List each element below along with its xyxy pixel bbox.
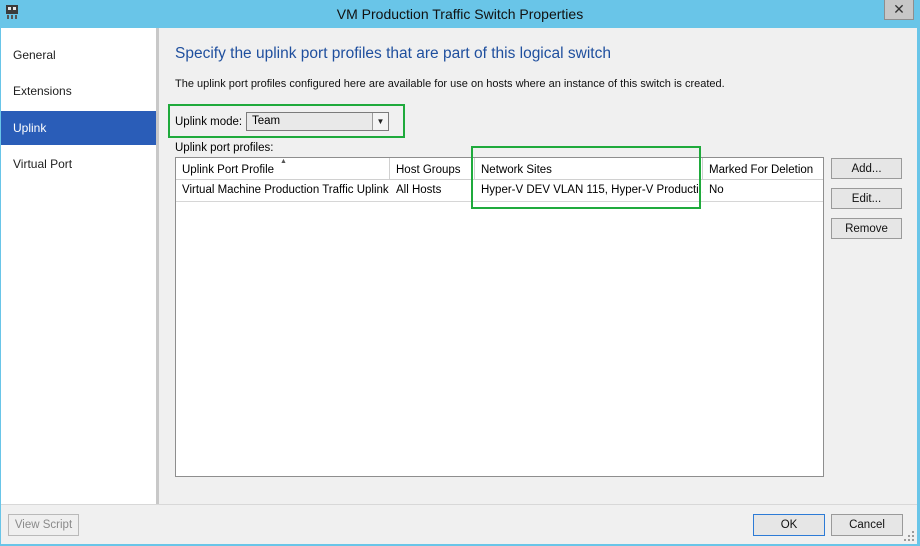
- close-icon: ✕: [893, 1, 905, 17]
- uplink-profiles-label: Uplink port profiles:: [175, 142, 274, 154]
- cancel-button[interactable]: Cancel: [831, 514, 903, 536]
- cell-uplink-port-profile: Virtual Machine Production Traffic Uplin…: [182, 184, 389, 196]
- column-header-host-groups[interactable]: Host Groups: [390, 158, 475, 180]
- properties-window: VM Production Traffic Switch Properties …: [0, 0, 920, 546]
- uplink-page: Specify the uplink port profiles that ar…: [159, 28, 917, 504]
- ok-button[interactable]: OK: [753, 514, 825, 536]
- cell-host-groups: All Hosts: [396, 184, 442, 196]
- close-button[interactable]: ✕: [884, 0, 914, 20]
- page-heading: Specify the uplink port profiles that ar…: [175, 45, 611, 62]
- nav-item-uplink[interactable]: Uplink: [1, 111, 156, 145]
- column-header-network-sites[interactable]: Network Sites: [475, 158, 703, 180]
- view-script-button[interactable]: View Script: [8, 514, 79, 536]
- dialog-client-area: General Extensions Uplink Virtual Port S…: [1, 28, 917, 544]
- nav-item-virtual-port[interactable]: Virtual Port: [1, 147, 156, 181]
- nav-item-extensions[interactable]: Extensions: [1, 74, 156, 108]
- navigation-sidebar: General Extensions Uplink Virtual Port: [1, 28, 156, 504]
- page-description: The uplink port profiles configured here…: [175, 78, 725, 90]
- window-title: VM Production Traffic Switch Properties: [336, 6, 584, 22]
- cell-marked-for-deletion: No: [709, 184, 724, 196]
- uplink-mode-label: Uplink mode:: [175, 116, 243, 128]
- add-button[interactable]: Add...: [831, 158, 902, 179]
- column-header-marked-for-deletion[interactable]: Marked For Deletion: [703, 158, 823, 180]
- uplink-mode-dropdown[interactable]: Team ▼: [246, 112, 389, 131]
- chevron-down-icon[interactable]: ▼: [372, 113, 388, 130]
- dialog-footer: View Script OK Cancel: [1, 504, 917, 544]
- edit-button[interactable]: Edit...: [831, 188, 902, 209]
- column-header-uplink-port-profile[interactable]: ▲ Uplink Port Profile: [176, 158, 390, 180]
- resize-grip-icon[interactable]: [903, 530, 915, 542]
- table-row[interactable]: Virtual Machine Production Traffic Uplin…: [176, 180, 823, 202]
- nav-item-general[interactable]: General: [1, 38, 156, 72]
- table-header: ▲ Uplink Port Profile Host Groups Networ…: [176, 158, 823, 180]
- sort-ascending-icon: ▲: [280, 158, 287, 165]
- title-bar[interactable]: VM Production Traffic Switch Properties …: [0, 0, 920, 28]
- cell-network-sites: Hyper-V DEV VLAN 115, Hyper-V Producti..…: [481, 184, 703, 196]
- uplink-profiles-table[interactable]: ▲ Uplink Port Profile Host Groups Networ…: [175, 157, 824, 477]
- uplink-mode-value: Team: [252, 115, 281, 127]
- remove-button[interactable]: Remove: [831, 218, 902, 239]
